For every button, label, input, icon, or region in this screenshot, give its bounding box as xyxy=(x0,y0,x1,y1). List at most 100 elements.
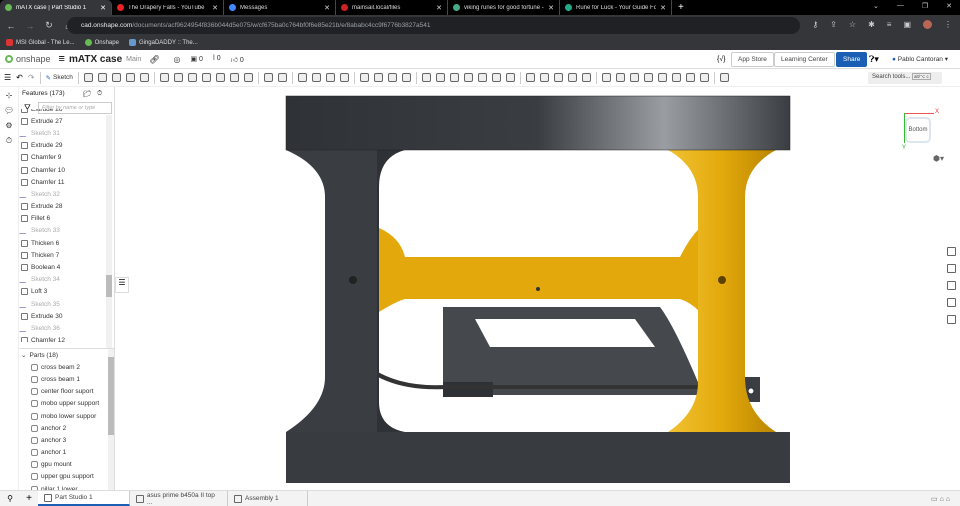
feature-item[interactable]: Extrude 27 xyxy=(19,115,107,127)
learning-center-button[interactable]: Learning Center xyxy=(774,52,835,67)
forward-button[interactable]: → xyxy=(22,21,38,31)
3d-viewport[interactable]: ☰ Bottom X Y ⬢▾ xyxy=(115,87,960,490)
status-icons[interactable]: ▭ ⌂ ⌂ xyxy=(931,495,950,503)
curve-icon[interactable] xyxy=(671,73,681,82)
bottom-beam[interactable] xyxy=(286,432,790,483)
likes-count[interactable]: 👍︎ 0 xyxy=(231,55,244,64)
shell-icon[interactable] xyxy=(215,73,225,82)
browser-tab[interactable]: The Drapery Falls - YouTube ✕ xyxy=(112,0,224,15)
back-button[interactable]: ← xyxy=(3,21,19,31)
part-item[interactable]: mobo upper support xyxy=(19,398,116,410)
trim-icon[interactable] xyxy=(615,73,625,82)
feature-item[interactable]: Chamfer 9 xyxy=(19,152,107,164)
offset-surface-icon[interactable] xyxy=(401,73,411,82)
model-render[interactable] xyxy=(115,87,960,490)
bend-icon[interactable] xyxy=(567,73,577,82)
share-button[interactable]: Share xyxy=(836,52,868,67)
extrude-icon[interactable] xyxy=(83,73,93,82)
feature-item[interactable]: Boolean 4 xyxy=(19,261,107,273)
folder-icon[interactable]: 📁︎ xyxy=(83,90,91,98)
custom-feature-icon[interactable] xyxy=(719,73,729,82)
parts-icon[interactable]: ⚙ xyxy=(4,121,14,130)
comments-icon[interactable]: 💬︎ xyxy=(4,106,14,115)
variable-icon[interactable] xyxy=(491,73,501,82)
mirror-icon[interactable] xyxy=(277,73,287,82)
search-tools-input[interactable]: Search tools... alt/⌥ c xyxy=(868,72,942,84)
part-item[interactable]: upper gpu support xyxy=(19,471,116,483)
check-icon[interactable] xyxy=(699,73,709,82)
feature-item[interactable]: Sketch 31 xyxy=(19,127,107,139)
feature-item[interactable]: Extrude 28 xyxy=(19,201,107,213)
gusset-icon[interactable] xyxy=(629,73,639,82)
close-icon[interactable]: ✕ xyxy=(436,4,442,12)
feature-list-toggle-icon[interactable]: ☰ xyxy=(4,73,11,82)
route-icon[interactable] xyxy=(685,73,695,82)
delete-part-icon[interactable] xyxy=(339,73,349,82)
flange-icon[interactable] xyxy=(539,73,549,82)
variables-icon[interactable]: {√} xyxy=(717,56,726,63)
left-pillar[interactable] xyxy=(286,150,379,432)
fillet-icon[interactable] xyxy=(159,73,169,82)
help-icon[interactable]: ❓︎▾ xyxy=(869,54,879,65)
star-icon[interactable]: ☆ xyxy=(849,20,856,29)
part-item[interactable]: cross beam 2 xyxy=(19,361,116,373)
versions-count[interactable]: ▣ 0 xyxy=(190,55,202,64)
close-window-button[interactable]: ✕ xyxy=(946,2,952,10)
browser-tab[interactable]: mATX case | Part Studio 1 ✕ xyxy=(0,0,112,15)
part-item[interactable]: anchor 3 xyxy=(19,434,116,446)
sweep-icon[interactable] xyxy=(111,73,121,82)
history-icon[interactable]: ⏱ xyxy=(4,136,14,145)
sketch-button[interactable]: ✎ Sketch xyxy=(46,74,73,82)
bookmark[interactable]: Onshape xyxy=(84,39,119,47)
bookmark[interactable]: MSI Global - The Le... xyxy=(6,39,75,47)
new-tab-button[interactable]: + xyxy=(678,2,684,13)
part-item[interactable]: center floor suport xyxy=(19,386,116,398)
feature-item[interactable]: Extrude 29 xyxy=(19,140,107,152)
section-icon[interactable] xyxy=(947,298,956,307)
boolean-icon[interactable] xyxy=(297,73,307,82)
part-item[interactable]: gpu mount xyxy=(19,459,116,471)
part-item[interactable]: mobo lower suppor xyxy=(19,410,116,422)
tab-drawing[interactable]: asus prime b450a II top ... xyxy=(130,491,228,506)
thread-icon[interactable] xyxy=(243,73,253,82)
feature-item[interactable]: Sketch 35 xyxy=(19,298,107,310)
feature-scrollbar[interactable] xyxy=(106,115,112,348)
rib-icon[interactable] xyxy=(201,73,211,82)
close-icon[interactable]: ✕ xyxy=(324,4,330,12)
menu-icon[interactable]: ≡ xyxy=(59,53,65,65)
browser-tab[interactable]: mainsail.local/files ✕ xyxy=(336,0,448,15)
configurations-icon[interactable] xyxy=(505,73,515,82)
bookmark[interactable]: GingaDADDY :: The... xyxy=(128,39,198,47)
side-panel-icon[interactable]: ▣ xyxy=(903,20,911,29)
tab-part-studio[interactable]: Part Studio 1 xyxy=(38,491,130,506)
chamfer-icon[interactable] xyxy=(173,73,183,82)
explode-icon[interactable] xyxy=(947,315,956,324)
feature-item[interactable]: Sketch 32 xyxy=(19,188,107,200)
pattern-icon[interactable] xyxy=(263,73,273,82)
top-beam[interactable] xyxy=(286,96,790,150)
appearance-icon[interactable] xyxy=(947,247,956,256)
mass-icon[interactable] xyxy=(947,281,956,290)
parts-header[interactable]: ⌄ Parts (18) xyxy=(19,349,116,361)
user-menu[interactable]: ● Pablo Cantoran ▾ xyxy=(892,55,948,63)
feature-item[interactable]: Chamfer 12 xyxy=(19,335,107,342)
close-icon[interactable]: ✕ xyxy=(212,4,218,12)
browser-tab[interactable]: Messages ✕ xyxy=(224,0,336,15)
document-title[interactable]: mATX case xyxy=(69,54,122,65)
tab-icon[interactable] xyxy=(553,73,563,82)
feature-item[interactable]: Extrude 30 xyxy=(19,310,107,322)
import-icon[interactable] xyxy=(477,73,487,82)
browser-tab[interactable]: Rune for Luck - Your Guide For M ✕ xyxy=(560,0,672,15)
helix-icon[interactable] xyxy=(449,73,459,82)
feature-item[interactable]: Thicken 6 xyxy=(19,237,107,249)
share-page-icon[interactable]: ⇪ xyxy=(830,20,837,29)
revolve-icon[interactable] xyxy=(97,73,107,82)
feature-item[interactable]: Fillet 6 xyxy=(19,213,107,225)
cross-beam-gold[interactable] xyxy=(379,228,700,312)
modify-fillet-icon[interactable] xyxy=(359,73,369,82)
close-icon[interactable]: ✕ xyxy=(660,4,666,12)
link-icon[interactable]: 🔗︎ xyxy=(149,55,159,64)
measure-icon[interactable] xyxy=(463,73,473,82)
public-globe-icon[interactable]: ◎ xyxy=(174,55,181,64)
key-icon[interactable]: ⚷ xyxy=(812,20,818,29)
